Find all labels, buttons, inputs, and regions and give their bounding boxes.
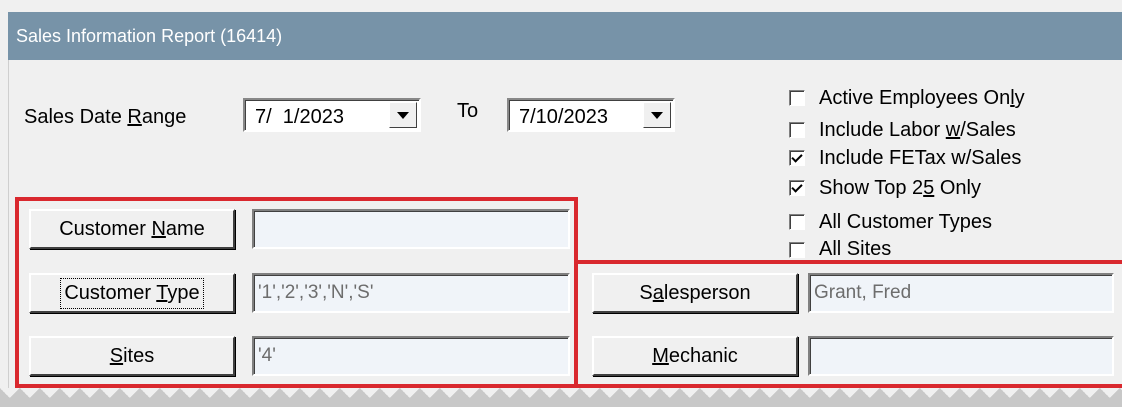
- checkbox-box-checked[interactable]: [789, 150, 805, 166]
- chevron-down-icon[interactable]: [389, 102, 417, 128]
- to-label: To: [457, 100, 479, 122]
- checkbox-show-top-25-only[interactable]: Show Top 25 Only: [789, 172, 981, 204]
- checkbox-box-checked[interactable]: [789, 180, 805, 196]
- highlight-box-employee-filters: [574, 260, 1122, 388]
- torn-edge: [0, 388, 1122, 407]
- checkbox-box[interactable]: [789, 242, 805, 258]
- date-to-value: 7/10/2023: [519, 106, 608, 128]
- window-title: Sales Information Report (16414): [16, 25, 283, 46]
- checkbox-all-sites[interactable]: All Sites: [789, 236, 891, 258]
- checkbox-all-customer-types[interactable]: All Customer Types: [789, 206, 992, 238]
- chevron-down-icon[interactable]: [643, 102, 671, 128]
- sales-date-range-label: Sales Date Range: [24, 106, 187, 128]
- date-from-combo[interactable]: 7/ 1/2023: [243, 98, 421, 132]
- date-from-value: 7/ 1/2023: [255, 106, 344, 128]
- checkbox-box[interactable]: [789, 214, 805, 230]
- checkbox-box[interactable]: [789, 122, 805, 138]
- highlight-box-customer-filters: [15, 197, 578, 388]
- checkbox-include-fetax-with-sales[interactable]: Include FETax w/Sales: [789, 142, 1021, 174]
- date-to-combo[interactable]: 7/10/2023: [507, 98, 675, 132]
- window-title-bar: Sales Information Report (16414): [8, 12, 1122, 60]
- checkbox-box[interactable]: [789, 90, 805, 106]
- checkbox-active-employees-only[interactable]: Active Employees Only: [789, 82, 1025, 114]
